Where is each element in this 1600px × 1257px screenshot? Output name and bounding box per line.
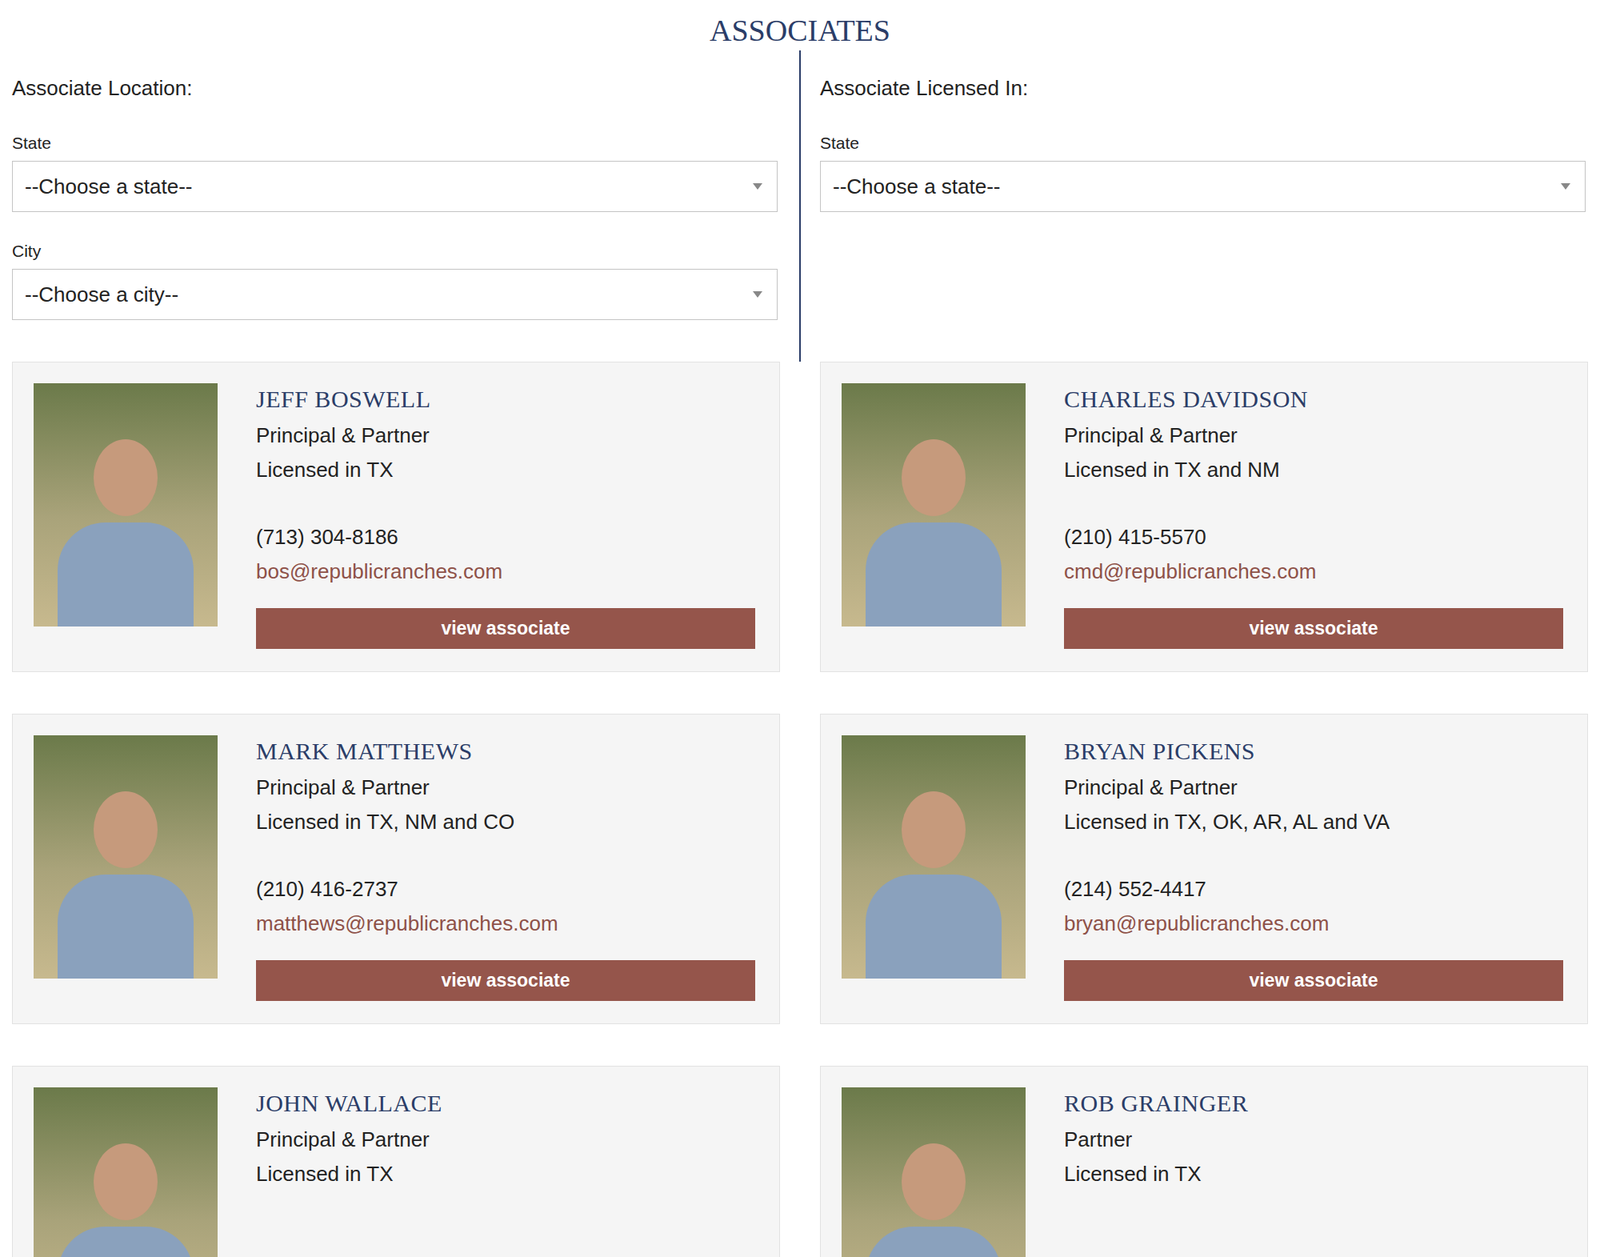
associate-info: MARK MATTHEWSPrincipal & PartnerLicensed… — [256, 735, 756, 1002]
select-dropdown[interactable]: --Choose a city-- — [12, 268, 778, 320]
associate-info: BRYAN PICKENSPrincipal & PartnerLicensed… — [1064, 735, 1564, 1002]
filters: Associate Location: State --Choose a state… — [12, 50, 1588, 362]
associate-license: Licensed in TX — [256, 1156, 756, 1192]
person-body-icon — [865, 522, 1002, 627]
person-body-icon — [865, 874, 1002, 979]
associate-role: Principal & Partner — [256, 1122, 756, 1157]
associate-role: Principal & Partner — [1064, 418, 1564, 453]
filter-field: State --Choose a state-- — [12, 132, 780, 212]
person-head-icon — [93, 791, 158, 868]
person-head-icon — [901, 791, 966, 868]
associate-email[interactable]: matthews@republicranches.com — [256, 906, 756, 941]
select-placeholder: --Choose a state-- — [24, 174, 193, 200]
associate-card: JEFF BOSWELLPrincipal & PartnerLicensed … — [12, 361, 780, 672]
associate-email[interactable]: bryan@republicranches.com — [1064, 906, 1564, 941]
associate-name[interactable]: BRYAN PICKENS — [1064, 735, 1564, 768]
person-body-icon — [865, 1226, 1002, 1257]
view-associate-button[interactable]: view associate — [1064, 608, 1564, 649]
associate-info: JOHN WALLACEPrincipal & PartnerLicensed … — [256, 1087, 756, 1257]
field-label: State — [820, 132, 1588, 155]
person-body-icon — [57, 874, 194, 979]
field-label: State — [12, 132, 780, 155]
associate-email[interactable]: cmd@republicranches.com — [1064, 554, 1564, 589]
person-body-icon — [57, 1226, 194, 1257]
associate-license: Licensed in TX, NM and CO — [256, 804, 756, 840]
associate-role: Principal & Partner — [256, 770, 756, 805]
field-label: City — [12, 240, 780, 263]
view-associate-button[interactable]: view associate — [256, 960, 756, 1001]
associate-photo — [33, 383, 218, 627]
associate-name[interactable]: ROB GRAINGER — [1064, 1087, 1564, 1120]
associate-role: Partner — [1064, 1122, 1564, 1157]
filter-divider — [799, 50, 801, 362]
associate-card: ROB GRAINGERPartnerLicensed in TX — [820, 1065, 1588, 1257]
page-title: ASSOCIATES — [12, 0, 1588, 51]
associate-name[interactable]: MARK MATTHEWS — [256, 735, 756, 768]
caret-down-icon — [752, 183, 763, 190]
associates-page: ASSOCIATES Associate Location: State --Choo… — [0, 0, 1600, 1257]
caret-down-icon — [1560, 183, 1571, 190]
associate-card: CHARLES DAVIDSONPrincipal & PartnerLicen… — [820, 361, 1588, 672]
associate-phone[interactable]: (210) 415-5570 — [1064, 520, 1564, 555]
filter-group: Associate Location: State --Choose a state… — [12, 50, 780, 362]
associate-license: Licensed in TX, OK, AR, AL and VA — [1064, 804, 1564, 840]
filter-heading: Associate Licensed In: — [820, 74, 1588, 102]
associate-photo — [841, 735, 1026, 979]
associate-license: Licensed in TX — [256, 452, 756, 488]
select-placeholder: --Choose a state-- — [832, 174, 1001, 200]
filter-field: City --Choose a city-- — [12, 240, 780, 320]
associate-card: MARK MATTHEWSPrincipal & PartnerLicensed… — [12, 713, 780, 1024]
person-body-icon — [57, 522, 194, 627]
select-placeholder: --Choose a city-- — [24, 282, 179, 308]
associate-license: Licensed in TX — [1064, 1156, 1564, 1192]
associate-phone[interactable]: (214) 552-4417 — [1064, 872, 1564, 907]
person-head-icon — [93, 1143, 158, 1220]
associate-license: Licensed in TX and NM — [1064, 452, 1564, 488]
associate-card: BRYAN PICKENSPrincipal & PartnerLicensed… — [820, 713, 1588, 1024]
associate-info: CHARLES DAVIDSONPrincipal & PartnerLicen… — [1064, 383, 1564, 650]
associate-email[interactable]: bos@republicranches.com — [256, 554, 756, 589]
associate-phone[interactable]: (210) 416-2737 — [256, 872, 756, 907]
view-associate-button[interactable]: view associate — [1064, 960, 1564, 1001]
associate-name[interactable]: CHARLES DAVIDSON — [1064, 383, 1564, 416]
person-head-icon — [901, 1143, 966, 1220]
caret-down-icon — [752, 291, 763, 298]
associate-phone[interactable]: (713) 304-8186 — [256, 520, 756, 555]
associate-photo — [33, 1087, 218, 1257]
select-dropdown[interactable]: --Choose a state-- — [12, 160, 778, 212]
associate-list: JEFF BOSWELLPrincipal & PartnerLicensed … — [12, 361, 1588, 1257]
associate-card: JOHN WALLACEPrincipal & PartnerLicensed … — [12, 1065, 780, 1257]
filter-group: Associate Licensed In: State --Choose a st… — [820, 50, 1588, 362]
filter-heading: Associate Location: — [12, 74, 780, 102]
filter-field: State --Choose a state-- — [820, 132, 1588, 212]
associate-photo — [33, 735, 218, 979]
associate-photo — [841, 1087, 1026, 1257]
associate-info: ROB GRAINGERPartnerLicensed in TX — [1064, 1087, 1564, 1257]
select-dropdown[interactable]: --Choose a state-- — [820, 160, 1586, 212]
person-head-icon — [93, 439, 158, 516]
associate-info: JEFF BOSWELLPrincipal & PartnerLicensed … — [256, 383, 756, 650]
associate-role: Principal & Partner — [256, 418, 756, 453]
associate-name[interactable]: JEFF BOSWELL — [256, 383, 756, 416]
associate-name[interactable]: JOHN WALLACE — [256, 1087, 756, 1120]
view-associate-button[interactable]: view associate — [256, 608, 756, 649]
person-head-icon — [901, 439, 966, 516]
associate-role: Principal & Partner — [1064, 770, 1564, 805]
associate-photo — [841, 383, 1026, 627]
